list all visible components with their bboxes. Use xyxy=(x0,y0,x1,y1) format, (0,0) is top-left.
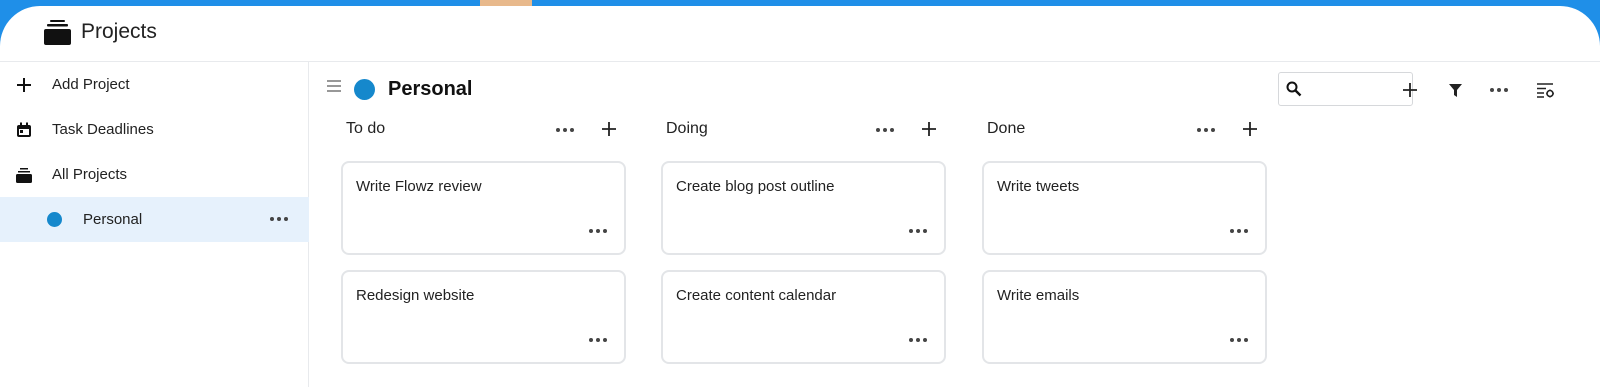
project-header: Personal xyxy=(310,62,1600,107)
card-title: Write emails xyxy=(997,287,1080,304)
add-task-button[interactable] xyxy=(1399,79,1421,101)
task-card[interactable]: Write tweets xyxy=(982,161,1267,255)
column-header: Done xyxy=(982,107,1267,152)
app-title: Projects xyxy=(81,20,157,43)
card-title: Redesign website xyxy=(356,287,475,304)
plus-icon xyxy=(14,75,34,95)
app-window: Projects Add Project Task Deadlines All … xyxy=(0,6,1600,387)
app-header: Projects xyxy=(0,6,1600,62)
menu-icon[interactable] xyxy=(327,80,341,92)
plus-icon[interactable] xyxy=(919,119,939,139)
sidebar-item-label: Personal xyxy=(83,211,143,228)
card-title: Write tweets xyxy=(997,178,1080,195)
sidebar-item-label: Add Project xyxy=(52,76,130,93)
more-icon[interactable] xyxy=(909,229,927,233)
stack-icon xyxy=(14,165,34,185)
search-icon xyxy=(1286,81,1302,97)
column-title: Done xyxy=(987,120,1026,137)
sidebar-item-personal[interactable]: Personal xyxy=(0,197,309,242)
board-column-done: Done Write tweets Write emails xyxy=(982,107,1267,364)
filter-icon xyxy=(1448,83,1462,97)
view-options-icon xyxy=(1536,82,1554,98)
column-title: To do xyxy=(346,120,386,137)
card-title: Write Flowz review xyxy=(356,178,482,195)
task-card[interactable]: Create content calendar xyxy=(661,270,946,364)
more-icon[interactable] xyxy=(556,128,574,132)
filter-button[interactable] xyxy=(1444,79,1466,101)
calendar-icon xyxy=(14,120,34,140)
column-header: To do xyxy=(341,107,626,152)
search-input[interactable] xyxy=(1309,79,1405,99)
sidebar-item-task-deadlines[interactable]: Task Deadlines xyxy=(0,107,309,152)
sidebar: Add Project Task Deadlines All Projects … xyxy=(0,62,309,387)
more-icon[interactable] xyxy=(589,229,607,233)
view-options-button[interactable] xyxy=(1534,79,1556,101)
plus-icon xyxy=(1403,83,1417,97)
stack-logo-icon xyxy=(44,20,71,45)
more-options-button[interactable] xyxy=(1488,79,1510,101)
project-color-icon xyxy=(44,210,64,230)
task-card[interactable]: Write emails xyxy=(982,270,1267,364)
column-header: Doing xyxy=(661,107,946,152)
sidebar-item-label: All Projects xyxy=(52,166,128,183)
board-column-todo: To do Write Flowz review Redesign websit… xyxy=(341,107,626,364)
plus-icon[interactable] xyxy=(599,119,619,139)
task-card[interactable]: Redesign website xyxy=(341,270,626,364)
card-title: Create blog post outline xyxy=(676,178,835,195)
sidebar-item-label: Task Deadlines xyxy=(52,121,154,138)
plus-icon[interactable] xyxy=(1240,119,1260,139)
project-color-icon xyxy=(354,79,375,100)
main-board: Personal To do Write Flowz review Redesi… xyxy=(310,62,1600,387)
column-title: Doing xyxy=(666,120,708,137)
task-card[interactable]: Create blog post outline xyxy=(661,161,946,255)
more-icon[interactable] xyxy=(270,217,288,221)
more-icon[interactable] xyxy=(909,338,927,342)
board-column-doing: Doing Create blog post outline Create co… xyxy=(661,107,946,364)
search-box[interactable] xyxy=(1278,72,1413,106)
more-icon[interactable] xyxy=(1230,338,1248,342)
page-title: Personal xyxy=(388,78,473,100)
more-icon[interactable] xyxy=(1197,128,1215,132)
more-icon xyxy=(1490,88,1508,92)
sidebar-item-all-projects[interactable]: All Projects xyxy=(0,152,309,197)
sidebar-item-add-project[interactable]: Add Project xyxy=(0,62,309,107)
more-icon[interactable] xyxy=(589,338,607,342)
task-card[interactable]: Write Flowz review xyxy=(341,161,626,255)
card-title: Create content calendar xyxy=(676,287,837,304)
more-icon[interactable] xyxy=(1230,229,1248,233)
more-icon[interactable] xyxy=(876,128,894,132)
